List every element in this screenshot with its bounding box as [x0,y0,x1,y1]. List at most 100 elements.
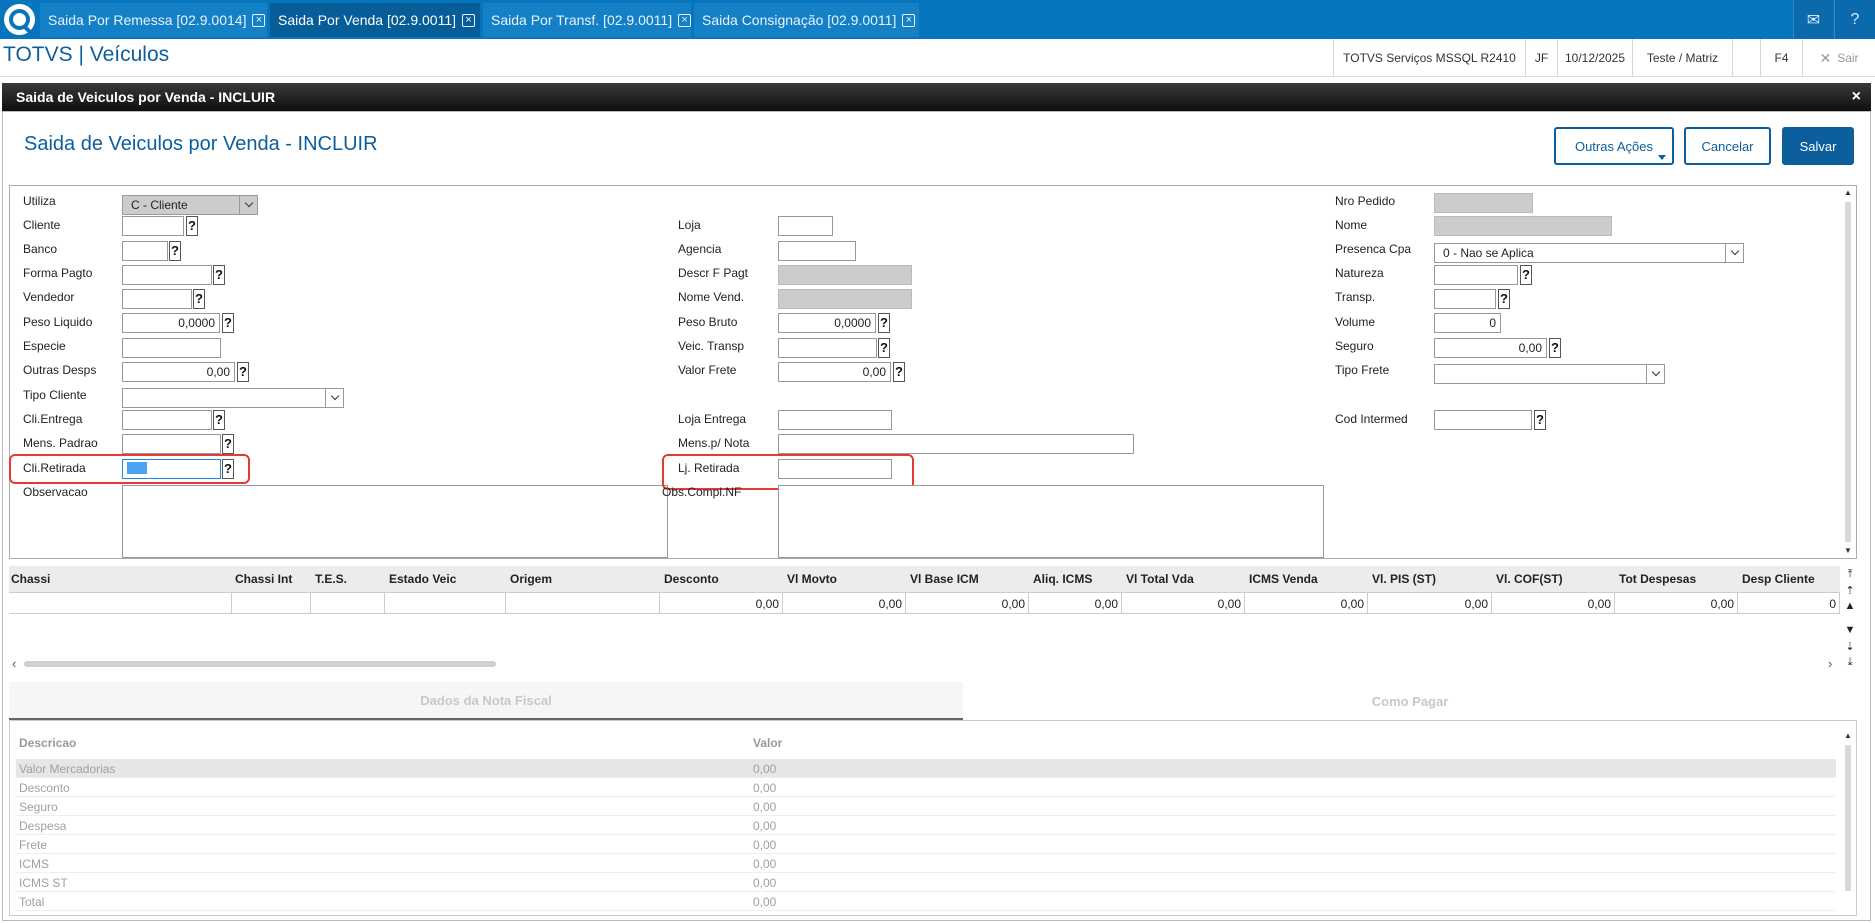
col-vl-pis-st[interactable]: Vl. PIS (ST) [1372,572,1436,586]
col-chassi-int[interactable]: Chassi Int [235,572,292,586]
help-icon[interactable]: ? [1834,0,1875,39]
col-desconto[interactable]: Desconto [664,572,719,586]
mens-nota-input[interactable] [778,434,1134,454]
col-vl-total-vda[interactable]: Vl Total Vda [1126,572,1194,586]
close-icon[interactable]: × [902,13,916,27]
valor-frete-input[interactable]: 0,00 [778,362,891,382]
utiliza-select[interactable]: C - Cliente [122,195,258,215]
grid-horizontal-scrollbar[interactable] [24,661,496,667]
tipo-frete-select[interactable] [1434,364,1665,384]
veic-transp-input[interactable] [778,338,877,358]
form-scrollbar[interactable]: ▲ ▼ [1842,188,1854,556]
close-icon[interactable]: × [462,13,475,27]
cli-retirada-input[interactable] [122,459,221,479]
list-item[interactable]: Seguro 0,00 [16,797,1836,816]
col-aliq-icms[interactable]: Aliq. ICMS [1033,572,1092,586]
list-item[interactable]: Total 0,00 [16,892,1836,911]
cod-intermed-input[interactable] [1434,410,1532,430]
col-vl-base-icm[interactable]: Vl Base ICM [910,572,979,586]
move-down-icon[interactable]: ▼ [1843,624,1857,638]
vendedor-help-icon[interactable]: ? [193,289,205,309]
scroll-left-icon[interactable]: ‹ [12,656,16,671]
move-up-icon[interactable]: ▲ [1843,600,1857,614]
vendedor-input[interactable] [122,289,192,309]
list-item[interactable]: Valor Mercadorias 0,00 [16,759,1836,778]
volume-input[interactable]: 0 [1434,313,1501,333]
obs-compl-nf-textarea[interactable] [778,485,1324,558]
outras-desps-input[interactable]: 0,00 [122,362,235,382]
presenca-cpa-select[interactable]: 0 - Nao se Aplica [1434,243,1744,263]
scroll-up-icon[interactable]: ▲ [1842,188,1854,198]
chevron-down-icon[interactable] [239,196,257,214]
cell-tes[interactable] [311,593,385,614]
cell-chassi[interactable] [9,593,232,614]
list-item[interactable]: ICMS ST 0,00 [16,873,1836,892]
tab-dados-nota-fiscal[interactable]: Dados da Nota Fiscal [9,682,963,720]
loja-input[interactable] [778,216,833,236]
totals-scrollbar[interactable]: ▲ [1842,731,1854,905]
cli-entrega-help-icon[interactable]: ? [213,410,225,430]
valor-frete-help-icon[interactable]: ? [893,362,905,382]
environment-info[interactable]: TOTVS Serviços MSSQL R2410 [1333,39,1525,77]
loja-entrega-input[interactable] [778,410,892,430]
outras-desps-help-icon[interactable]: ? [237,362,249,382]
tab-saida-consignacao[interactable]: Saida Consignação [02.9.0011] × [694,3,919,37]
veic-transp-help-icon[interactable]: ? [878,338,890,358]
table-row[interactable]: 0,00 0,00 0,00 0,00 0,00 0,00 0,00 0,00 … [9,592,1840,614]
cli-retirada-help-icon[interactable]: ? [222,459,234,479]
cell-vl-total-vda[interactable]: 0,00 [1122,593,1245,614]
cell-vl-pis-st[interactable]: 0,00 [1368,593,1492,614]
peso-bruto-input[interactable]: 0,0000 [778,313,876,333]
scroll-up-icon[interactable]: ▲ [1842,731,1854,741]
mens-padrao-input[interactable] [122,434,221,454]
col-origem[interactable]: Origem [510,572,552,586]
mens-padrao-help-icon[interactable]: ? [222,434,234,454]
observacao-textarea[interactable] [122,485,668,558]
banco-input[interactable] [122,241,168,261]
close-icon[interactable]: × [252,13,266,27]
cliente-input[interactable] [122,216,184,236]
list-item[interactable]: Despesa 0,00 [16,816,1836,835]
move-down-fast-icon[interactable]: ⇣ [1843,640,1857,654]
col-tot-despesas[interactable]: Tot Despesas [1619,572,1696,586]
tab-saida-remessa[interactable]: Saida Por Remessa [02.9.0014] × [40,3,267,37]
totvs-logo-icon[interactable] [4,4,35,35]
mail-icon[interactable]: ✉ [1793,0,1833,39]
transp-help-icon[interactable]: ? [1498,289,1510,309]
chevron-down-icon[interactable] [1725,244,1743,262]
chevron-down-icon[interactable] [1646,365,1664,383]
cell-aliq-icms[interactable]: 0,00 [1029,593,1122,614]
scroll-track[interactable] [1845,202,1851,542]
cell-estado-veic[interactable] [385,593,506,614]
lj-retirada-input[interactable] [778,459,892,479]
branch-info[interactable]: Teste / Matriz [1632,39,1732,77]
cell-vl-base-icm[interactable]: 0,00 [906,593,1029,614]
move-last-icon[interactable]: ⤓ [1843,656,1857,670]
natureza-input[interactable] [1434,265,1518,285]
forma-pagto-help-icon[interactable]: ? [213,265,225,285]
tipo-cliente-select[interactable] [122,388,344,408]
seguro-help-icon[interactable]: ? [1549,338,1561,358]
agencia-input[interactable] [778,241,856,261]
move-first-icon[interactable]: ⤒ [1843,568,1857,582]
col-vl-cof-st[interactable]: Vl. COF(ST) [1496,572,1563,586]
col-vl-movto[interactable]: Vl Movto [787,572,837,586]
scroll-track[interactable] [1845,745,1851,891]
move-up-fast-icon[interactable]: ⇡ [1843,584,1857,598]
seguro-input[interactable]: 0,00 [1434,338,1547,358]
shortcut-f4[interactable]: F4 [1760,39,1802,77]
col-icms-venda[interactable]: ICMS Venda [1249,572,1318,586]
col-chassi[interactable]: Chassi [11,572,50,586]
peso-liquido-input[interactable]: 0,0000 [122,313,220,333]
more-actions-button[interactable]: Outras Ações [1554,127,1674,165]
col-tes[interactable]: T.E.S. [315,572,347,586]
tab-como-pagar[interactable]: Como Pagar [963,682,1857,720]
cod-intermed-help-icon[interactable]: ? [1534,410,1546,430]
cell-tot-despesas[interactable]: 0,00 [1615,593,1738,614]
scroll-right-icon[interactable]: › [1828,656,1832,671]
user-info[interactable]: JF [1525,39,1557,77]
col-desp-cliente[interactable]: Desp Cliente [1742,572,1815,586]
cell-vl-movto[interactable]: 0,00 [783,593,906,614]
cell-origem[interactable] [506,593,660,614]
cancel-button[interactable]: Cancelar [1684,127,1771,165]
